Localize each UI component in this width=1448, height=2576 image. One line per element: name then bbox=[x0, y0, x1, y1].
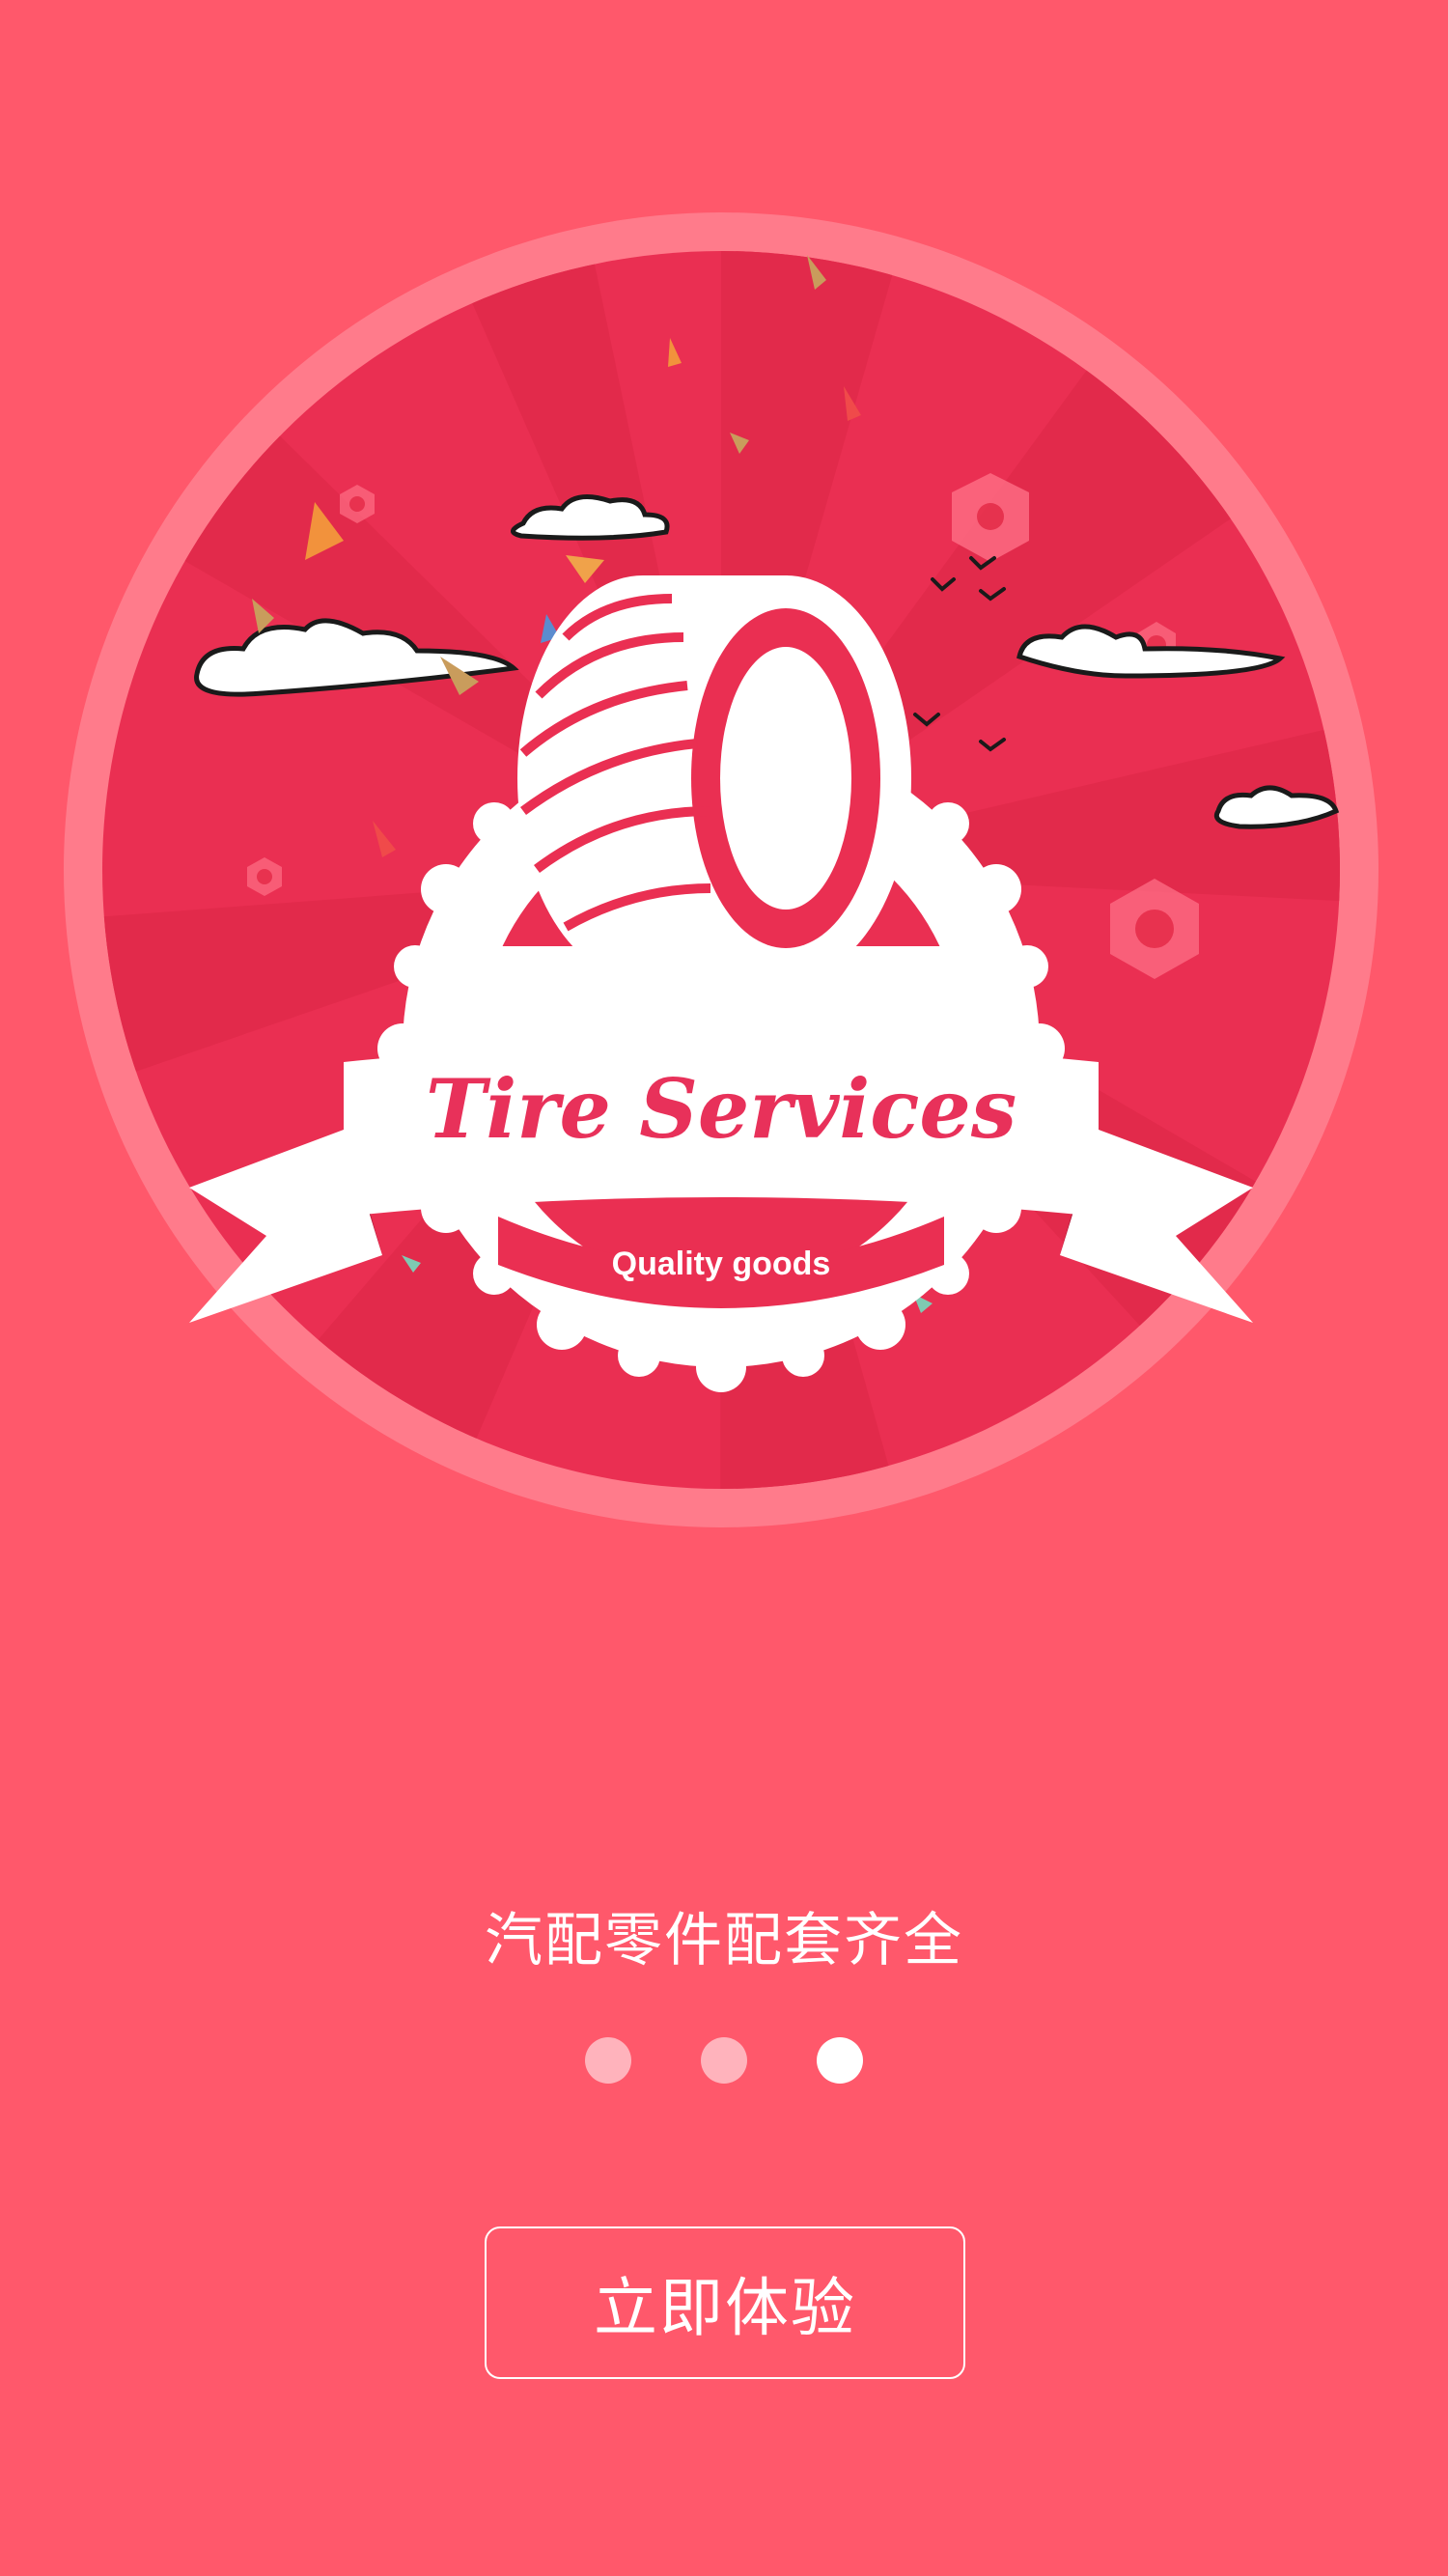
hero-tagline: Quality goods bbox=[612, 1246, 831, 1282]
page-dot[interactable] bbox=[585, 2037, 631, 2084]
hero-title: Tire Services bbox=[426, 1061, 1016, 1157]
tire-icon bbox=[517, 575, 911, 981]
onboarding-screen: Tire Services Quality goods 汽配零件配套齐全 立即体… bbox=[0, 0, 1448, 2576]
page-dot[interactable] bbox=[701, 2037, 747, 2084]
start-experience-button[interactable]: 立即体验 bbox=[485, 2226, 965, 2379]
hero-illustration: Tire Services Quality goods bbox=[64, 212, 1378, 1527]
page-dot-active[interactable] bbox=[817, 2037, 863, 2084]
page-indicator bbox=[0, 2037, 1448, 2086]
onboarding-subtitle: 汽配零件配套齐全 bbox=[485, 1907, 963, 1974]
